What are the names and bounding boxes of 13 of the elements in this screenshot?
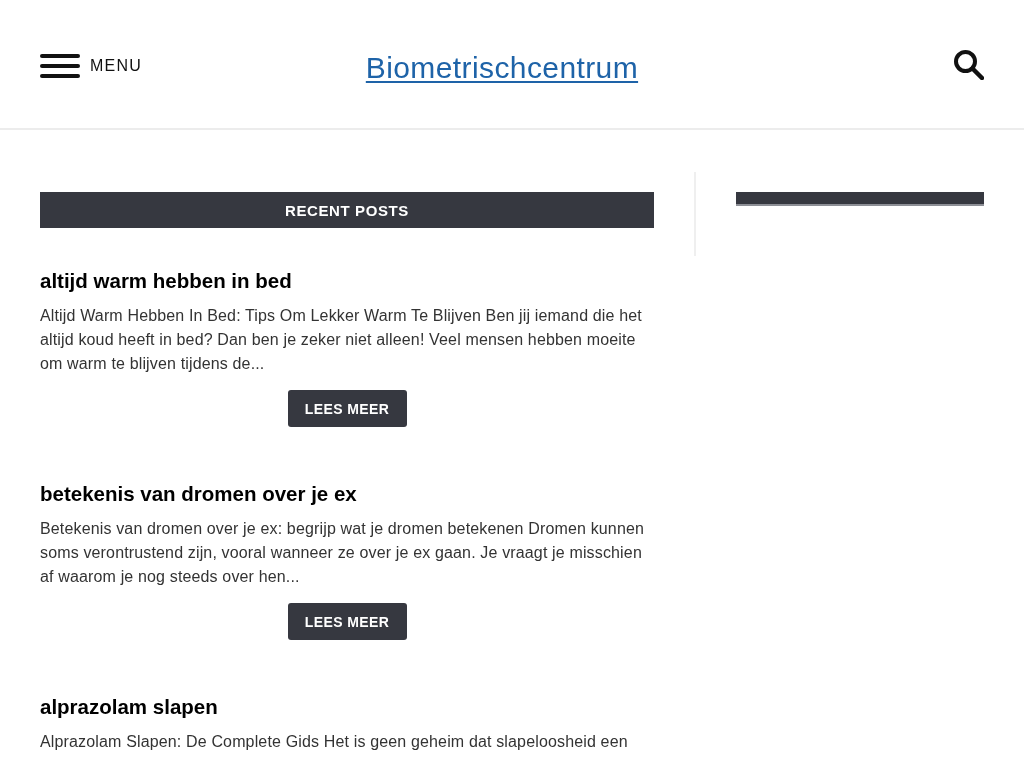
site-logo[interactable]: Biometrischcentrum: [365, 51, 639, 85]
read-more-button[interactable]: LEES MEER: [287, 390, 407, 427]
read-more-button[interactable]: LEES MEER: [287, 603, 407, 640]
post-excerpt: Betekenis van dromen over je ex: begrijp wat je dromen betekenen Dromen kunnen soms verontrustend zijn, vooral wanneer ze over je ex gaan. Je vraagt je misschien af waarom je nog steeds over hen...: [40, 519, 646, 587]
post-excerpt: Altijd Warm Hebben In Bed: Tips Om Lekker Warm Te Blijven Ben jij iemand die het altijd koud heeft in bed? Dan ben je zeker niet alleen! Veel mensen hebben moeite om warm te blijven tijdens de...: [40, 306, 643, 374]
menu-icon: [40, 54, 80, 78]
post-title[interactable]: alprazolam slapen: [40, 692, 218, 722]
post-excerpt: Alprazolam Slapen: De Complete Gids Het is geen geheim dat slapeloosheid een: [40, 732, 629, 752]
menu-button[interactable]: MENU: [40, 54, 142, 78]
post-title[interactable]: altijd warm hebben in bed: [40, 266, 292, 296]
search-icon[interactable]: [954, 49, 984, 80]
post-title[interactable]: betekenis van dromen over je ex: [40, 479, 357, 509]
section-heading: RECENT POSTS: [40, 192, 654, 228]
